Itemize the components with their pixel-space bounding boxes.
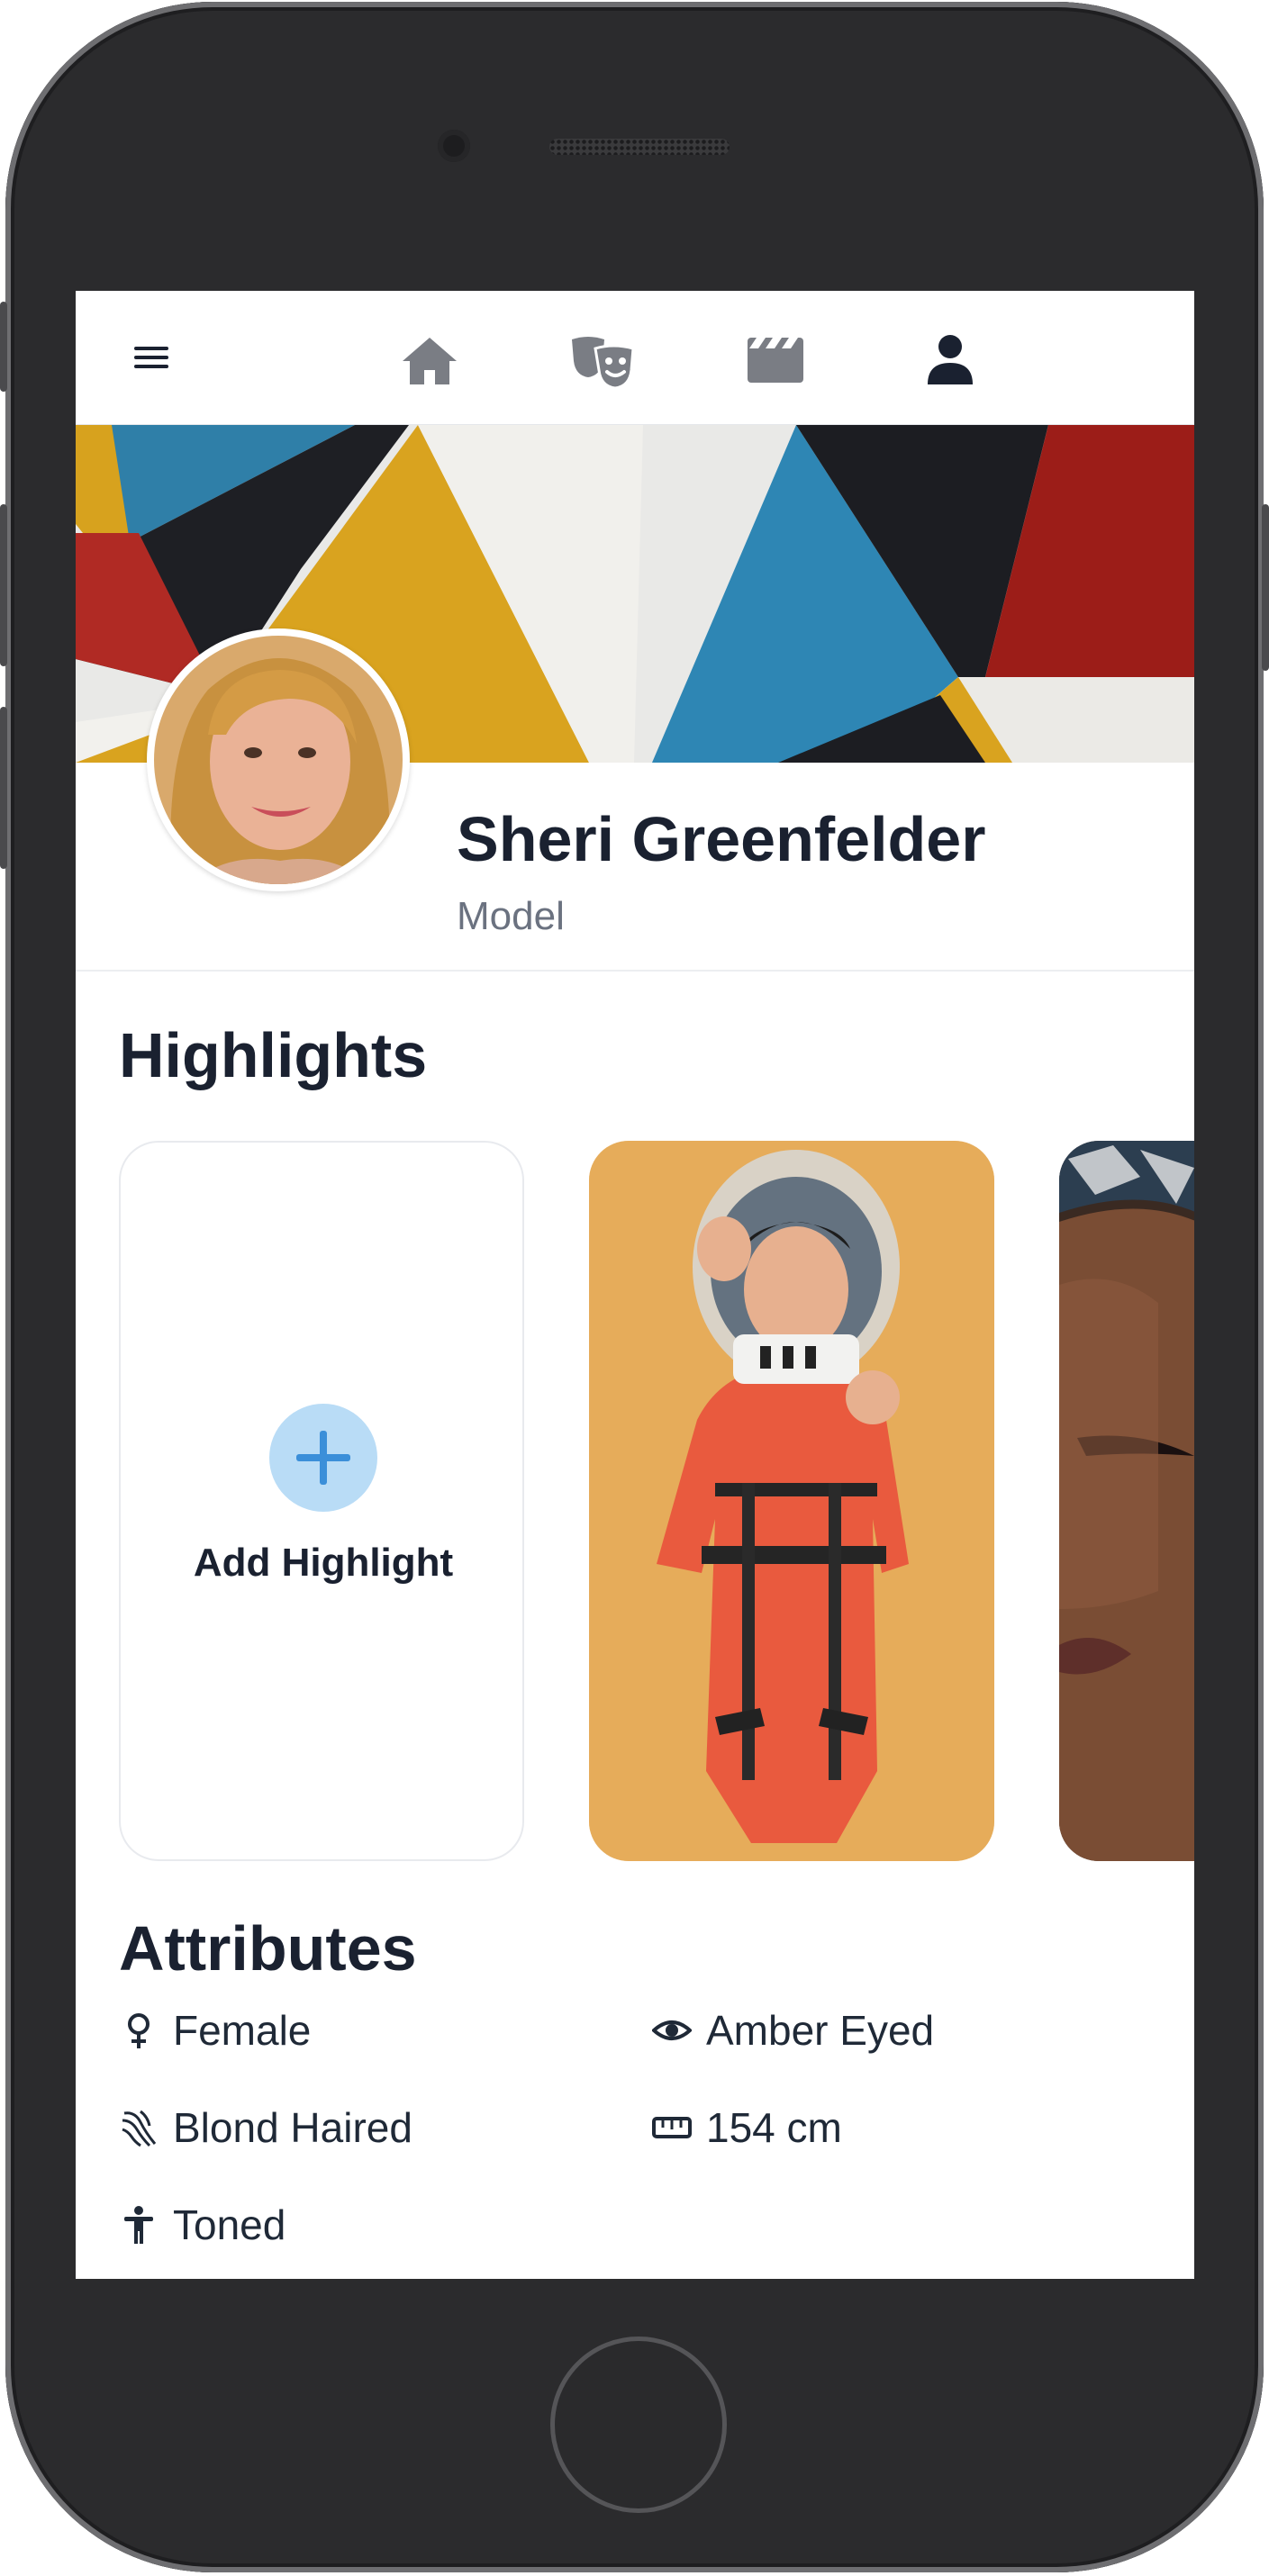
add-highlight-card[interactable]: Add Highlight (119, 1141, 524, 1861)
attribute-label: Female (173, 2007, 312, 2054)
highlights-title: Highlights (119, 1020, 428, 1090)
mute-switch[interactable] (0, 302, 7, 392)
attribute-height: 154 cm (652, 2107, 842, 2148)
app-screen: Sheri Greenfelder Model Highlights Add H… (76, 291, 1194, 2279)
home-icon[interactable] (401, 336, 458, 384)
profile-role: Model (457, 894, 565, 938)
ruler-icon (652, 2117, 692, 2138)
top-navbar (76, 291, 1194, 425)
phone-frame: Sheri Greenfelder Model Highlights Add H… (5, 2, 1264, 2572)
hair-icon (122, 2110, 157, 2147)
volume-down-button[interactable] (0, 707, 7, 869)
add-highlight-label: Add Highlight (193, 1541, 454, 1585)
add-highlight-button[interactable] (269, 1404, 377, 1512)
attribute-label: Amber Eyed (706, 2007, 935, 2054)
eye-icon (652, 2020, 692, 2040)
theater-masks-icon[interactable] (568, 334, 637, 390)
attribute-hair: Blond Haired (119, 2107, 412, 2148)
front-camera (438, 130, 470, 162)
attribute-gender: Female (119, 2010, 311, 2051)
attribute-body-type: Toned (119, 2204, 286, 2246)
speaker-grille (549, 139, 730, 155)
venus-icon (128, 2013, 150, 2048)
highlight-photo-astronaut (589, 1141, 994, 1861)
menu-icon[interactable] (132, 344, 170, 371)
attribute-eyes: Amber Eyed (652, 2010, 934, 2051)
user-icon[interactable] (926, 334, 974, 384)
attribute-label: Blond Haired (173, 2104, 412, 2151)
clapperboard-icon[interactable] (748, 338, 803, 383)
avatar[interactable] (147, 628, 410, 891)
attribute-label: 154 cm (706, 2104, 842, 2151)
highlight-card[interactable] (1059, 1141, 1194, 1861)
avatar-photo (154, 636, 403, 884)
power-button[interactable] (1262, 504, 1269, 671)
highlight-card[interactable] (589, 1141, 994, 1861)
person-icon (124, 2206, 153, 2244)
section-divider (76, 970, 1194, 972)
home-button[interactable] (550, 2336, 727, 2513)
highlight-photo-portrait (1059, 1141, 1194, 1861)
profile-name: Sheri Greenfelder (457, 804, 986, 874)
plus-icon (296, 1431, 350, 1485)
attribute-label: Toned (173, 2201, 286, 2248)
attributes-title: Attributes (119, 1913, 417, 1984)
volume-up-button[interactable] (0, 504, 7, 666)
